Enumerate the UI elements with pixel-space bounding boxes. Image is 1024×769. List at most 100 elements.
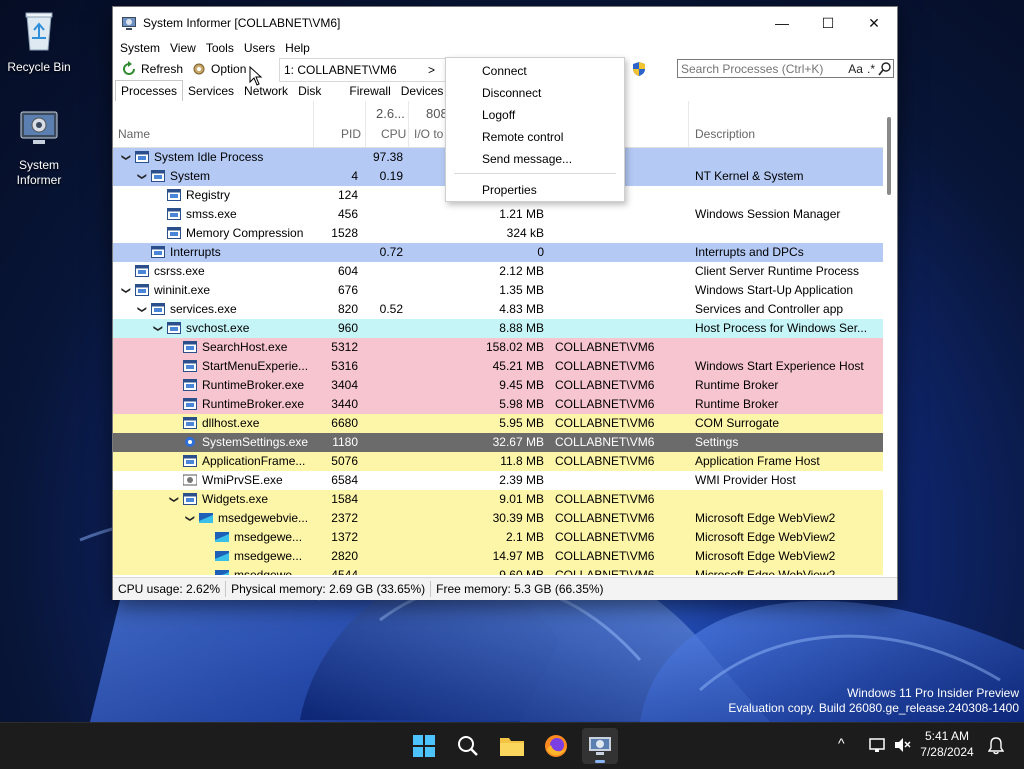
table-row[interactable]: SystemSettings.exe 1180 32.67 MB COLLABNET\…: [113, 433, 883, 452]
process-pid: 5312: [331, 340, 358, 354]
notification-bell-icon[interactable]: [988, 737, 1004, 755]
process-memory: 1.21 MB: [499, 207, 544, 221]
menu-item-connect[interactable]: Connect: [482, 64, 527, 78]
regex-toggle[interactable]: .*: [865, 62, 877, 76]
wmi-icon: [183, 474, 197, 486]
menu-item-properties[interactable]: Properties: [482, 183, 537, 197]
system-informer-taskbar-button[interactable]: [582, 728, 618, 764]
match-case-toggle[interactable]: Aa: [846, 62, 865, 76]
process-user: COLLABNET\VM6: [555, 378, 655, 392]
table-row[interactable]: msedgewe... 2820 14.97 MB COLLABNET\VM6 Micr…: [113, 547, 883, 566]
menu-view[interactable]: View: [165, 39, 201, 57]
system-informer-shortcut[interactable]: System Informer: [1, 106, 77, 188]
table-row[interactable]: RuntimeBroker.exe 3404 9.45 MB COLLABNET\VM…: [113, 376, 883, 395]
table-row[interactable]: ❯ wininit.exe 676 1.35 MB Windows Start-Up A…: [113, 281, 883, 300]
folder-icon: [500, 738, 524, 756]
process-name: StartMenuExperie...: [202, 359, 309, 373]
chevron-down-icon[interactable]: ❯: [133, 305, 152, 315]
close-button[interactable]: ✕: [851, 7, 897, 39]
firefox-button[interactable]: [541, 731, 571, 761]
process-rows: ❯System Idle Process97.38TY\SYSTEM❯Syste…: [113, 148, 883, 575]
process-pid: 1584: [331, 492, 358, 506]
start-button[interactable]: [409, 731, 439, 761]
process-user: COLLABNET\VM6: [555, 416, 655, 430]
table-row[interactable]: csrss.exe 604 2.12 MB Client Server Runtime…: [113, 262, 883, 281]
file-explorer-button[interactable]: [497, 731, 527, 761]
search-icon[interactable]: [877, 61, 893, 77]
table-row[interactable]: StartMenuExperie... 5316 45.21 MB COLLABNET…: [113, 357, 883, 376]
table-row[interactable]: smss.exe 456 1.21 MB Windows Session Manage…: [113, 205, 883, 224]
table-row[interactable]: ApplicationFrame... 5076 11.8 MB COLLABNET\…: [113, 452, 883, 471]
menu-users[interactable]: Users: [239, 39, 280, 57]
process-cpu: 0.19: [379, 169, 403, 183]
table-row[interactable]: msedgewe... 1372 2.1 MB COLLABNET\VM6 Micros…: [113, 528, 883, 547]
tray-overflow-chevron-icon[interactable]: ^: [838, 735, 845, 751]
chevron-down-icon[interactable]: ❯: [149, 324, 168, 334]
users-submenu-item[interactable]: 1: COLLABNET\VM6 >: [279, 58, 445, 82]
column-io[interactable]: I/O to: [414, 127, 443, 141]
process-user: COLLABNET\VM6: [555, 340, 655, 354]
chevron-down-icon[interactable]: ❯: [165, 495, 184, 505]
column-pid[interactable]: PID: [341, 127, 361, 141]
network-icon[interactable]: [868, 736, 886, 754]
table-row[interactable]: ❯ Widgets.exe 1584 9.01 MB COLLABNET\VM6: [113, 490, 883, 509]
tab-processes[interactable]: Processes: [115, 80, 184, 102]
table-row[interactable]: RuntimeBroker.exe 3440 5.98 MB COLLABNET\VM…: [113, 395, 883, 414]
menu-item-remote-control[interactable]: Remote control: [482, 130, 563, 144]
process-user: COLLABNET\VM6: [555, 568, 655, 575]
process-name: msedgewe...: [234, 568, 303, 575]
tab-devices[interactable]: Devices: [396, 82, 449, 101]
column-description[interactable]: Description: [695, 127, 755, 141]
chevron-down-icon[interactable]: ❯: [181, 514, 200, 524]
menu-tools[interactable]: Tools: [201, 39, 239, 57]
process-name: Interrupts: [170, 245, 221, 259]
refresh-label: Refresh: [141, 62, 184, 76]
table-row[interactable]: SearchHost.exe 5312 158.02 MB COLLABNET\VM6: [113, 338, 883, 357]
chevron-down-icon[interactable]: ❯: [133, 172, 152, 182]
menu-item-logoff[interactable]: Logoff: [482, 108, 515, 122]
menu-system[interactable]: System: [115, 39, 165, 57]
table-row[interactable]: ❯ svchost.exe 960 8.88 MB Host Process for W…: [113, 319, 883, 338]
table-row[interactable]: msedgewe... 4544 9.60 MB COLLABNET\VM6 Micro…: [113, 566, 883, 575]
column-name[interactable]: Name: [118, 127, 150, 141]
volume-muted-icon[interactable]: [893, 736, 911, 754]
title-bar[interactable]: System Informer [COLLABNET\VM6] — ☐ ✕: [113, 7, 897, 39]
refresh-button[interactable]: Refresh: [117, 58, 187, 80]
menu-item-disconnect[interactable]: Disconnect: [482, 86, 541, 100]
tab-network[interactable]: Network: [239, 82, 293, 101]
process-description: WMI Provider Host: [695, 473, 796, 487]
process-description: NT Kernel & System: [695, 169, 804, 183]
search-taskbar-button[interactable]: [453, 731, 483, 761]
system-informer-label: System Informer: [16, 158, 62, 187]
tab-firewall[interactable]: Firewall: [344, 82, 395, 101]
process-name: SearchHost.exe: [202, 340, 288, 354]
maximize-button[interactable]: ☐: [805, 7, 851, 39]
table-row[interactable]: ❯ services.exe 820 0.52 4.83 MB Services and …: [113, 300, 883, 319]
chevron-down-icon[interactable]: ❯: [117, 286, 136, 296]
minimize-button[interactable]: —: [759, 7, 805, 39]
search-input[interactable]: [678, 61, 847, 76]
menu-help[interactable]: Help: [280, 39, 315, 57]
table-row[interactable]: dllhost.exe 6680 5.95 MB COLLABNET\VM6 COM S…: [113, 414, 883, 433]
menu-item-send-message[interactable]: Send message...: [482, 152, 572, 166]
recycle-bin-shortcut[interactable]: Recycle Bin: [1, 8, 77, 75]
tab-disk[interactable]: Disk: [293, 82, 326, 101]
scrollbar-thumb[interactable]: [887, 117, 891, 195]
vertical-scrollbar[interactable]: [883, 101, 897, 575]
process-description: Services and Controller app: [695, 302, 844, 316]
table-row[interactable]: ❯ msedgewebvie... 2372 30.39 MB COLLABNET\VM…: [113, 509, 883, 528]
column-cpu[interactable]: CPU: [381, 127, 406, 141]
chevron-down-icon[interactable]: ❯: [117, 153, 136, 163]
tab-services[interactable]: Services: [183, 82, 239, 101]
process-window-icon: [135, 265, 149, 277]
options-button[interactable]: Option: [187, 58, 250, 80]
clock-date: 7/28/2024: [920, 745, 974, 759]
table-row[interactable]: Interrupts 0.72 0 Interrupts and DPCs: [113, 243, 883, 262]
process-name: System: [170, 169, 211, 183]
table-row[interactable]: WmiPrvSE.exe 6584 2.39 MB WMI Provider Host: [113, 471, 883, 490]
table-row[interactable]: Memory Compression 1528 324 kB: [113, 224, 883, 243]
clock[interactable]: 5:41 AM 7/28/2024: [914, 728, 980, 760]
app-icon: [122, 17, 136, 30]
uac-shield-icon[interactable]: [631, 61, 647, 77]
chevron-right-icon: >: [427, 63, 435, 77]
